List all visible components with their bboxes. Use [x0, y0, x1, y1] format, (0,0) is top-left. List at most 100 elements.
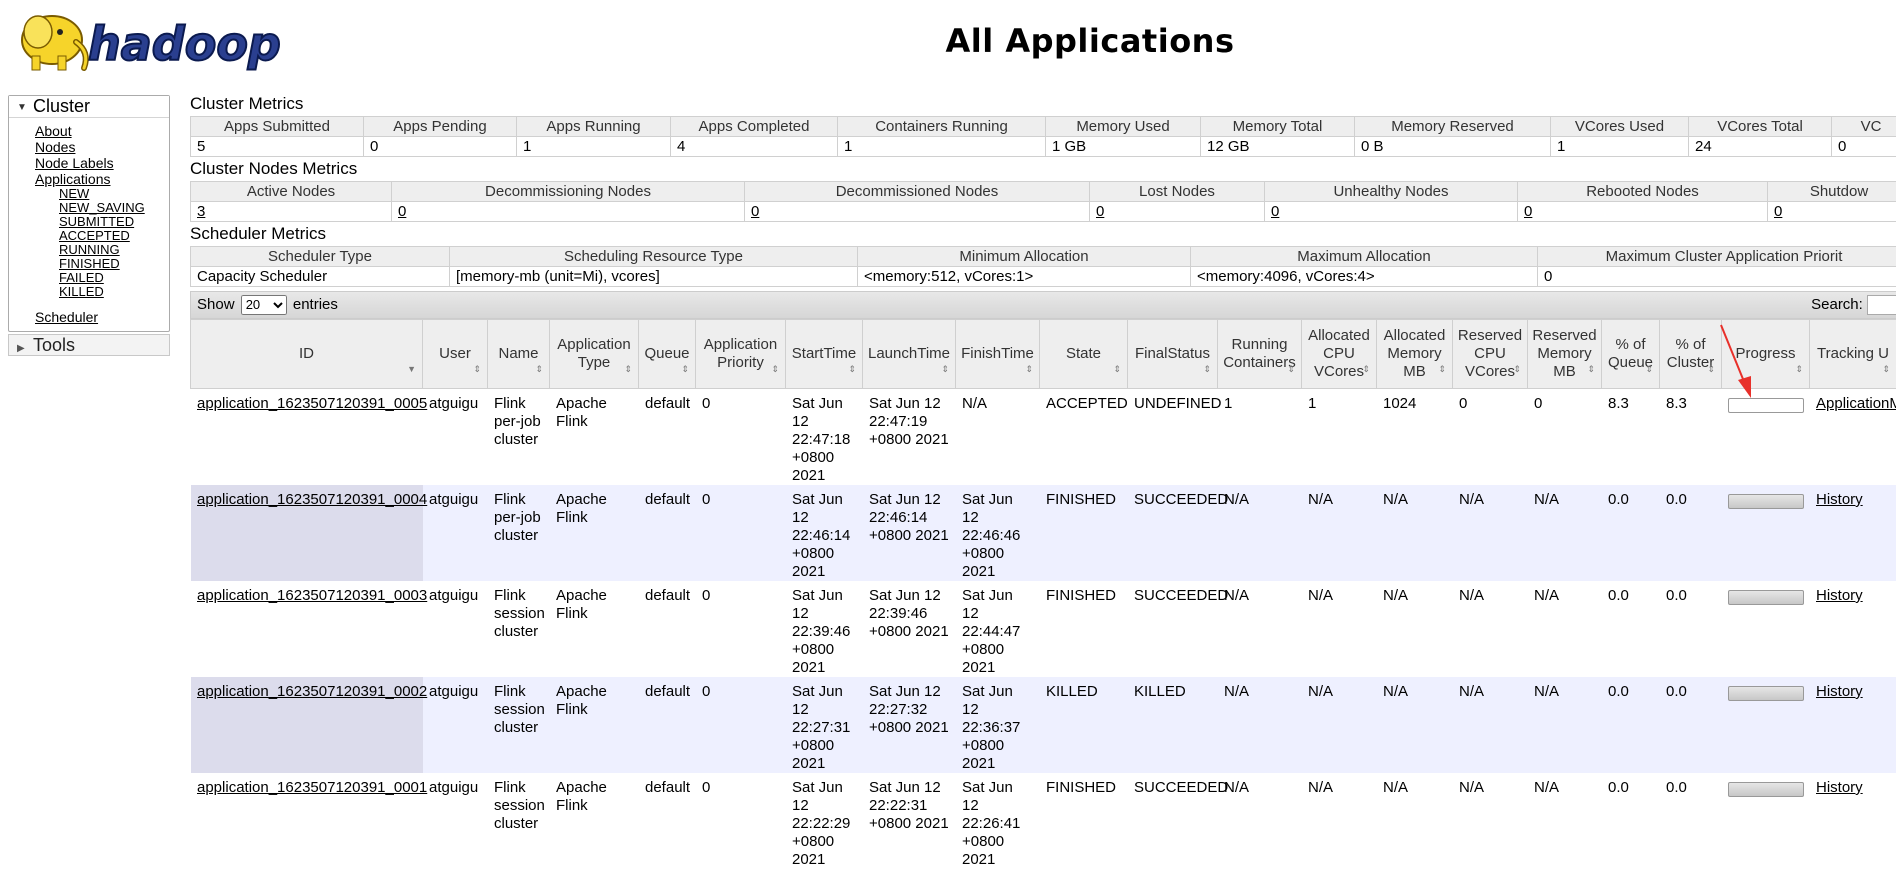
- nodes_metrics-header: Unhealthy Nodes: [1265, 182, 1518, 202]
- nodes_metrics-value-text[interactable]: 0: [751, 203, 759, 220]
- cell-tracking[interactable]: ApplicationM: [1810, 389, 1896, 486]
- nodes_metrics-value[interactable]: 0: [1518, 202, 1768, 222]
- nodes_metrics-value[interactable]: 0: [1768, 202, 1896, 222]
- sidebar-state-failed[interactable]: FAILED: [35, 271, 169, 285]
- nodes_metrics-header: Rebooted Nodes: [1518, 182, 1768, 202]
- column-header[interactable]: Reserved Memory MB⇕: [1528, 320, 1602, 389]
- application-id-link[interactable]: application_1623507120391_0005: [197, 395, 427, 412]
- sidebar-state-finished[interactable]: FINISHED: [35, 257, 169, 271]
- application-id-link[interactable]: application_1623507120391_0001: [197, 779, 427, 796]
- column-header[interactable]: Tracking U⇕: [1810, 320, 1896, 389]
- tracking-link[interactable]: ApplicationM: [1816, 395, 1896, 412]
- search-input[interactable]: [1867, 295, 1896, 315]
- cluster-menu-header[interactable]: ▼Cluster: [9, 96, 169, 118]
- column-header[interactable]: ID▼: [191, 320, 423, 389]
- application-id-link[interactable]: application_1623507120391_0003: [197, 587, 427, 604]
- column-header[interactable]: Application Priority⇕: [696, 320, 786, 389]
- cell-text: 0.0: [1666, 491, 1687, 508]
- sidebar-item-nodes[interactable]: Nodes: [35, 139, 169, 155]
- cell-tracking[interactable]: History: [1810, 773, 1896, 869]
- nodes_metrics-value[interactable]: 0: [1265, 202, 1518, 222]
- tracking-link[interactable]: History: [1816, 779, 1863, 796]
- cluster_metrics-value: 24: [1689, 137, 1832, 157]
- column-header[interactable]: Allocated CPU VCores⇕: [1302, 320, 1377, 389]
- column-header[interactable]: LaunchTime⇕: [863, 320, 956, 389]
- sort-both-icon: ⇕: [1513, 360, 1521, 378]
- cell-text: N/A: [1383, 491, 1408, 508]
- nodes_metrics-value-text[interactable]: 3: [197, 203, 205, 220]
- sidebar-state-accepted[interactable]: ACCEPTED: [35, 229, 169, 243]
- entries-select[interactable]: 20: [241, 295, 287, 315]
- nodes_metrics-value-text[interactable]: 0: [1096, 203, 1104, 220]
- cell-name: Flink per-job cluster: [488, 389, 550, 486]
- cell-text: N/A: [1459, 779, 1484, 796]
- cell-pq: 0.0: [1602, 581, 1660, 677]
- triangle-right-icon: ▶: [17, 339, 33, 359]
- column-header[interactable]: % of Cluster⇕: [1660, 320, 1722, 389]
- tracking-link[interactable]: History: [1816, 491, 1863, 508]
- cell-id[interactable]: application_1623507120391_0001: [191, 773, 423, 869]
- cell-text: Sat Jun 12 22:22:31 +0800 2021: [869, 779, 949, 832]
- column-header[interactable]: Queue⇕: [639, 320, 696, 389]
- sort-both-icon: ⇕: [473, 360, 481, 378]
- cell-launch: Sat Jun 12 22:27:32 +0800 2021: [863, 677, 956, 773]
- application-id-link[interactable]: application_1623507120391_0004: [197, 491, 427, 508]
- application-id-link[interactable]: application_1623507120391_0002: [197, 683, 427, 700]
- cell-text: 1: [1224, 395, 1232, 412]
- sidebar-state-running[interactable]: RUNNING: [35, 243, 169, 257]
- nodes_metrics-value[interactable]: 0: [1090, 202, 1265, 222]
- sidebar-item-applications[interactable]: Applications: [35, 171, 169, 187]
- column-header[interactable]: State ⇕: [1040, 320, 1128, 389]
- column-header[interactable]: StartTime⇕: [786, 320, 863, 389]
- nodes_metrics-value-text[interactable]: 0: [1271, 203, 1279, 220]
- tracking-link[interactable]: History: [1816, 587, 1863, 604]
- nodes_metrics-value-text[interactable]: 0: [1774, 203, 1782, 220]
- column-header-label: State: [1066, 345, 1101, 362]
- cell-tracking[interactable]: History: [1810, 485, 1896, 581]
- cell-tracking[interactable]: History: [1810, 581, 1896, 677]
- nodes_metrics-value[interactable]: 0: [392, 202, 745, 222]
- column-header[interactable]: FinishTime⇕: [956, 320, 1040, 389]
- nodes_metrics-value-text[interactable]: 0: [398, 203, 406, 220]
- cell-text: N/A: [1534, 683, 1559, 700]
- table-row: application_1623507120391_0005atguiguFli…: [191, 389, 1896, 486]
- sidebar-state-killed[interactable]: KILLED: [35, 285, 169, 299]
- column-header[interactable]: Name⇕: [488, 320, 550, 389]
- cell-tracking[interactable]: History: [1810, 677, 1896, 773]
- cell-text: 0.0: [1666, 587, 1687, 604]
- cell-id[interactable]: application_1623507120391_0004: [191, 485, 423, 581]
- nodes-metrics-title: Cluster Nodes Metrics: [190, 157, 1896, 181]
- cell-progress: [1722, 389, 1810, 486]
- cluster_metrics-value: 0: [364, 137, 517, 157]
- column-header[interactable]: Reserved CPU VCores⇕: [1453, 320, 1528, 389]
- nodes_metrics-value[interactable]: 3: [191, 202, 392, 222]
- sidebar-item-node-labels[interactable]: Node Labels: [35, 155, 169, 171]
- cell-id[interactable]: application_1623507120391_0005: [191, 389, 423, 486]
- sort-both-icon: ⇕: [624, 360, 632, 378]
- column-header[interactable]: Application Type⇕: [550, 320, 639, 389]
- column-header[interactable]: User⇕: [423, 320, 488, 389]
- sidebar-state-submitted[interactable]: SUBMITTED: [35, 215, 169, 229]
- nodes_metrics-value[interactable]: 0: [745, 202, 1090, 222]
- column-header[interactable]: FinalStatus⇕: [1128, 320, 1218, 389]
- nodes_metrics-value-text[interactable]: 0: [1524, 203, 1532, 220]
- cluster_metrics-header: Memory Reserved: [1355, 117, 1551, 137]
- column-header[interactable]: Allocated Memory MB⇕: [1377, 320, 1453, 389]
- cell-type: Apache Flink: [550, 485, 639, 581]
- column-header[interactable]: % of Queue⇕: [1602, 320, 1660, 389]
- column-header[interactable]: Running Containers⇕: [1218, 320, 1302, 389]
- cell-pc: 0.0: [1660, 581, 1722, 677]
- nodes_metrics-header: Active Nodes: [191, 182, 392, 202]
- sort-both-icon: ⇕: [1113, 360, 1121, 378]
- sidebar-item-about[interactable]: About: [35, 123, 169, 139]
- sidebar-item-scheduler[interactable]: Scheduler: [35, 309, 169, 325]
- sort-both-icon: ⇕: [1025, 360, 1033, 378]
- sidebar-state-new[interactable]: NEW: [35, 187, 169, 201]
- cell-id[interactable]: application_1623507120391_0003: [191, 581, 423, 677]
- cell-id[interactable]: application_1623507120391_0002: [191, 677, 423, 773]
- cell-finish: Sat Jun 12 22:46:46 +0800 2021: [956, 485, 1040, 581]
- tracking-link[interactable]: History: [1816, 683, 1863, 700]
- tools-menu[interactable]: ▶Tools: [8, 334, 170, 356]
- cluster_metrics-header: Memory Total: [1201, 117, 1355, 137]
- sidebar-state-new-saving[interactable]: NEW_SAVING: [35, 201, 169, 215]
